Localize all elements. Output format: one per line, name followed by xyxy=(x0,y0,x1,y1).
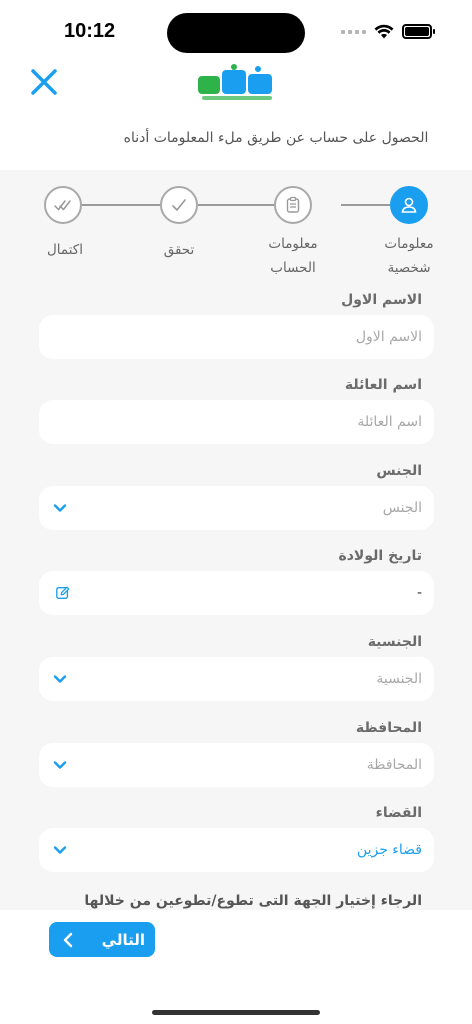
organization-prompt: الرجاء إختيار الجهة التى تطوع/تطوعين من … xyxy=(84,893,422,909)
chevron-down-icon xyxy=(53,761,67,769)
first-name-placeholder: الاسم الاول xyxy=(355,329,422,345)
status-time: 10:12 xyxy=(64,20,116,42)
next-button-label: التالي xyxy=(101,930,145,949)
dynamic-island xyxy=(167,13,305,53)
birth-date-field[interactable]: - xyxy=(39,571,434,615)
close-button[interactable] xyxy=(28,66,60,98)
status-icons xyxy=(341,24,435,39)
birth-date-label: تاريخ الولادة xyxy=(338,548,422,564)
home-indicator[interactable] xyxy=(152,1010,320,1015)
step-account-info[interactable] xyxy=(274,186,312,224)
wifi-icon xyxy=(374,24,394,39)
family-name-field[interactable]: اسم العائلة xyxy=(39,400,434,444)
gender-placeholder: الجنس xyxy=(382,500,422,516)
close-icon xyxy=(31,69,57,95)
step-verify[interactable] xyxy=(160,186,198,224)
check-icon xyxy=(172,199,186,211)
clipboard-icon xyxy=(286,196,300,213)
chevron-down-icon xyxy=(53,675,67,683)
battery-icon xyxy=(402,24,435,39)
chevron-down-icon xyxy=(53,846,67,854)
step-label-personal: معلومات شخصية xyxy=(384,236,434,276)
first-name-label: الاسم الاول xyxy=(341,292,422,308)
status-bar: 10:12 xyxy=(0,0,472,60)
progress-stepper: معلومات شخصية معلومات الحساب تحقق اكتمال xyxy=(0,178,472,288)
step-complete[interactable] xyxy=(44,186,82,224)
next-button[interactable]: التالي xyxy=(49,922,155,957)
form-area[interactable]: معلومات شخصية معلومات الحساب تحقق اكتمال… xyxy=(0,170,472,910)
step-connector xyxy=(82,204,160,206)
step-label-complete: اكتمال xyxy=(47,242,83,258)
first-name-field[interactable]: الاسم الاول xyxy=(39,315,434,359)
chevron-down-icon xyxy=(53,504,67,512)
step-personal-info[interactable] xyxy=(390,186,428,224)
step-label-account: معلومات الحساب xyxy=(268,236,318,276)
app-logo xyxy=(194,62,278,104)
family-name-placeholder: اسم العائلة xyxy=(357,414,422,430)
nationality-label: الجنسية xyxy=(367,634,422,650)
birth-date-value: - xyxy=(416,585,422,601)
user-icon xyxy=(401,197,417,213)
governorate-label: المحافظة xyxy=(355,720,422,736)
district-value: قضاء جزين xyxy=(356,842,422,858)
governorate-placeholder: المحافظة xyxy=(366,757,422,773)
edit-icon[interactable] xyxy=(55,585,71,601)
family-name-label: اسم العائلة xyxy=(344,377,422,393)
chevron-left-icon xyxy=(63,932,73,947)
cellular-signal-icon xyxy=(341,29,366,34)
nationality-placeholder: الجنسية xyxy=(376,671,422,687)
nationality-select[interactable]: الجنسية xyxy=(39,657,434,701)
gender-select[interactable]: الجنس xyxy=(39,486,434,530)
step-label-verify: تحقق xyxy=(163,242,195,258)
district-select[interactable]: قضاء جزين xyxy=(39,828,434,872)
double-check-icon xyxy=(54,200,71,211)
page-subtitle: الحصول على حساب عن طريق ملء المعلومات أد… xyxy=(123,130,429,146)
gender-label: الجنس xyxy=(376,463,422,479)
governorate-select[interactable]: المحافظة xyxy=(39,743,434,787)
district-label: القضاء xyxy=(375,805,422,821)
step-connector xyxy=(341,204,391,206)
